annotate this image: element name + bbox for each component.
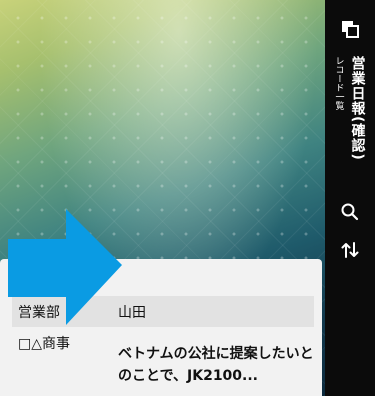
record-row[interactable]: 営業部 山田 <box>12 296 314 327</box>
row-value: ベトナムの公社に提案したいとのことで、JK2100... <box>118 346 314 384</box>
record-row[interactable]: □△商事 ベトナムの公社に提案したいとのことで、JK2100... <box>12 333 314 387</box>
view-subtitle: レコード一覧 <box>333 56 344 110</box>
search-icon[interactable] <box>325 202 375 226</box>
row-key: □△商事 <box>18 336 70 352</box>
record-card[interactable]: 9 営業部 山田 □△商事 ベトナムの公社に提案したいとのことで、JK2100.… <box>0 259 322 396</box>
sort-icon[interactable] <box>325 240 375 264</box>
window-switch-icon[interactable] <box>325 18 375 44</box>
app-title: 営業日報(確認) <box>349 56 366 161</box>
record-title: 9 <box>12 267 25 289</box>
row-value: 山田 <box>118 304 146 321</box>
row-key: 営業部 <box>18 304 60 321</box>
right-sidebar: 営業日報(確認) レコード一覧 <box>325 0 375 396</box>
screen-title: 営業日報(確認) レコード一覧 <box>325 56 375 186</box>
